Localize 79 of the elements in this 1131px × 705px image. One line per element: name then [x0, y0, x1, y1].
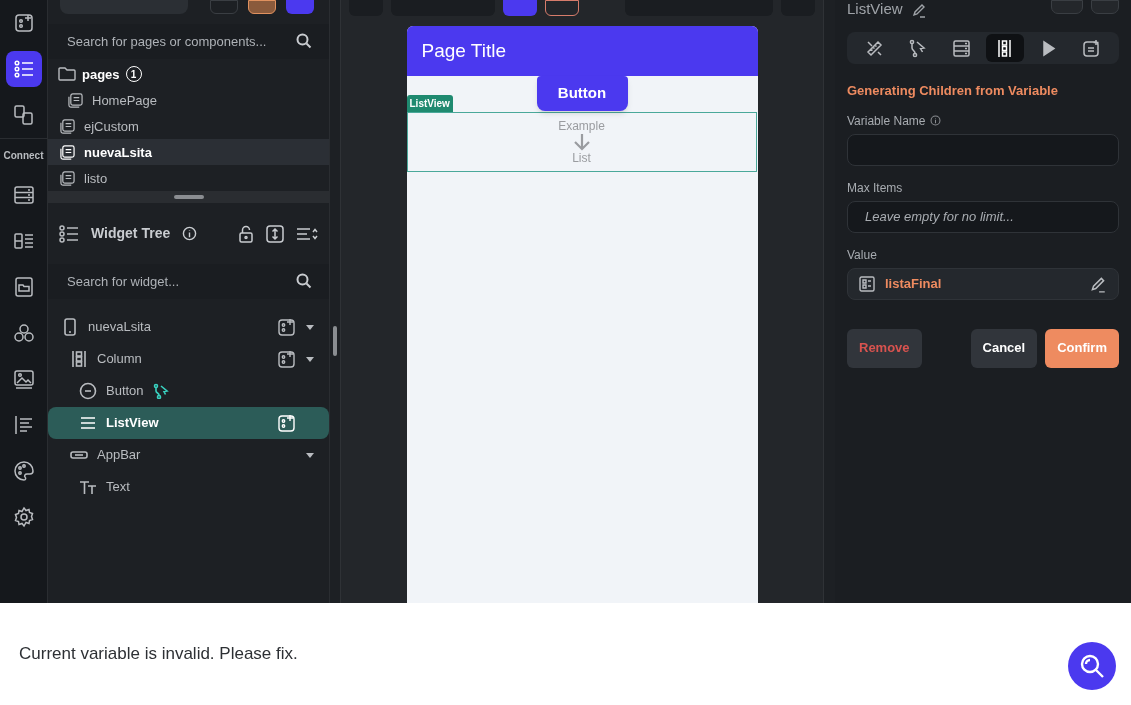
section-title: Generating Children from Variable — [847, 82, 1059, 100]
nav-button[interactable] — [5, 51, 42, 87]
tree-item[interactable]: nuevaLsita — [48, 311, 329, 343]
page-icon — [60, 118, 75, 134]
button-icon — [79, 382, 97, 400]
image-icon — [12, 368, 35, 390]
info-icon[interactable] — [182, 226, 198, 241]
folder-icon — [12, 276, 35, 298]
value-field[interactable]: listaFinal — [847, 267, 1119, 300]
tree-item[interactable]: Column — [48, 343, 329, 375]
caret-icon[interactable] — [306, 356, 314, 362]
panel-title: Widget Tree — [91, 224, 171, 243]
cancel-button[interactable]: Cancel — [970, 328, 1038, 368]
resize-handle[interactable] — [173, 195, 204, 200]
database-icon — [12, 184, 35, 206]
page-item[interactable]: ejCustom — [48, 113, 329, 140]
listview-tag: ListView — [406, 95, 453, 112]
page-icon — [60, 144, 75, 160]
tree-item[interactable]: Text — [48, 471, 329, 503]
ruler-icon — [864, 38, 884, 58]
notes-icon — [1082, 38, 1102, 58]
list-icon — [12, 58, 35, 80]
page-title: Page Title — [421, 38, 506, 63]
field-label: Variable Name — [847, 112, 926, 130]
column-icon — [70, 350, 88, 368]
caret-icon[interactable] — [306, 324, 314, 330]
tree-item[interactable]: Button — [48, 375, 329, 407]
input-field[interactable] — [847, 133, 1119, 166]
page-item[interactable]: listo — [48, 165, 329, 192]
placeholder-text: List — [572, 151, 591, 165]
page-item[interactable]: HomePage — [48, 87, 329, 114]
error-message: Current variable is invalid. Please fix. — [19, 643, 298, 666]
placeholder-text: Example — [558, 119, 605, 133]
list-icon — [12, 230, 35, 252]
edit-icon[interactable] — [1089, 274, 1107, 293]
toolbar-button[interactable] — [248, 0, 276, 14]
plus-icon — [12, 12, 35, 34]
button[interactable]: Button — [536, 76, 628, 111]
text-icon — [79, 478, 97, 496]
add-child-icon[interactable] — [278, 318, 296, 336]
page-icon — [68, 92, 83, 108]
folder-label[interactable]: pages — [82, 64, 120, 85]
arrow-down-icon — [571, 133, 592, 151]
page-icon — [60, 170, 75, 186]
tree-item[interactable]: AppBar — [48, 439, 329, 471]
property-tab[interactable] — [985, 34, 1024, 62]
sort-icon[interactable] — [296, 225, 318, 242]
palette-icon — [12, 460, 35, 482]
tree-item[interactable]: ListView — [48, 407, 329, 439]
database-icon — [951, 38, 971, 58]
page-item[interactable]: nuevaLsita — [48, 139, 329, 166]
field-label: Max Items — [847, 179, 904, 197]
edit-icon[interactable] — [910, 2, 927, 18]
search-button[interactable] — [1068, 642, 1116, 690]
lock-icon[interactable] — [238, 224, 254, 243]
input-field[interactable]: Leave empty for no limit... — [847, 200, 1119, 233]
settings-icon — [12, 506, 35, 528]
branch-icon — [908, 38, 928, 58]
text-align-icon — [12, 414, 35, 436]
list-icon — [59, 224, 79, 243]
add-child-icon[interactable] — [278, 350, 296, 368]
info-icon[interactable] — [930, 115, 942, 126]
section-label: Connect — [3, 149, 44, 163]
hub-icon — [12, 322, 35, 344]
variable-icon — [859, 275, 875, 292]
folder-icon — [58, 67, 76, 82]
search-icon — [296, 33, 312, 50]
search-icon — [1079, 653, 1105, 679]
scrollbar-thumb[interactable] — [333, 326, 337, 356]
list-icon — [79, 414, 97, 432]
phone-icon — [61, 318, 79, 336]
field-label: Value — [847, 246, 878, 264]
widget-name: ListView — [847, 0, 903, 18]
search-icon — [296, 273, 312, 289]
swap-icon — [12, 104, 35, 126]
toolbar-button[interactable] — [545, 0, 579, 16]
caret-icon[interactable] — [306, 452, 314, 458]
branch-icon — [152, 383, 169, 399]
expand-icon[interactable] — [266, 224, 284, 243]
